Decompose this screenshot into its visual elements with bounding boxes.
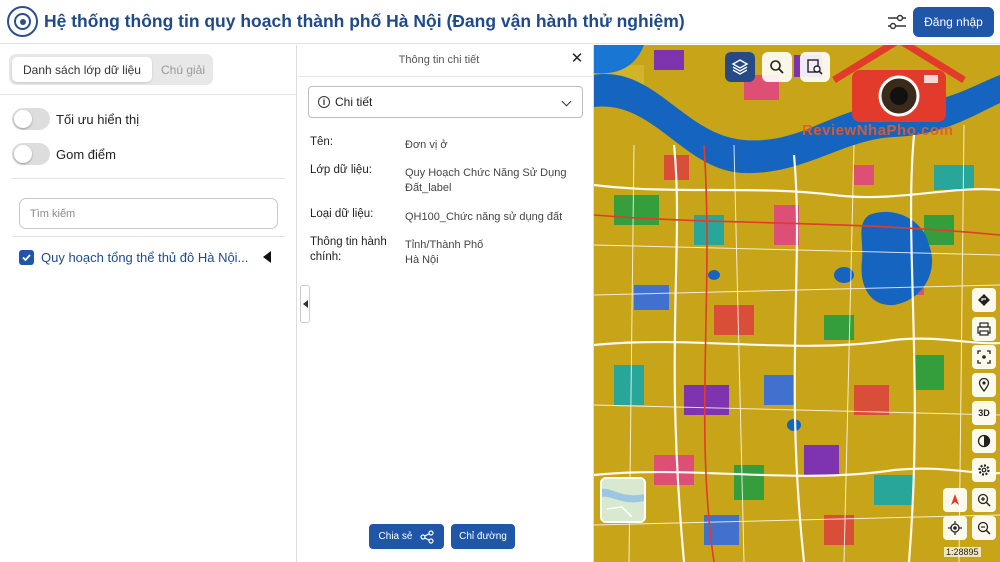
detail-select[interactable]: i Chi tiết — [308, 86, 583, 118]
print-icon — [977, 322, 991, 336]
page-title: Hệ thống thông tin quy hoạch thành phố H… — [44, 11, 685, 31]
map-view[interactable]: ReviewNhaPho.com 3D 1:28895 — [594, 45, 1000, 562]
route-icon — [978, 294, 990, 306]
my-location-icon — [948, 521, 962, 535]
my-location-button[interactable] — [943, 516, 967, 540]
compass-button[interactable] — [943, 488, 967, 512]
field-key: Loại dữ liệu: — [310, 208, 374, 220]
field-value: Tỉnh/Thành Phố Hà Nội — [405, 239, 484, 266]
collapse-panel-handle[interactable] — [300, 285, 310, 323]
3d-button[interactable]: 3D — [972, 401, 996, 425]
field-value: Quy Hoạch Chức Năng Sử Dụng Đất_label — [405, 167, 567, 194]
contrast-button[interactable] — [972, 429, 996, 453]
detail-header: Thông tin chi tiết ✕ — [298, 45, 594, 77]
toggle-switch[interactable] — [12, 108, 50, 130]
share-button[interactable]: Chia sẻ — [369, 524, 444, 549]
layer-item[interactable]: Quy hoạch tổng thể thủ đô Hà Nội... — [19, 247, 279, 267]
divider — [12, 236, 285, 237]
toggle-label: Tối ưu hiển thị — [56, 111, 140, 127]
checkmark-icon — [22, 253, 31, 261]
caret-left-icon[interactable] — [263, 251, 271, 263]
app-logo[interactable] — [7, 6, 38, 37]
3d-label: 3D — [978, 408, 990, 418]
divider — [12, 178, 285, 179]
zoom-out-button[interactable] — [972, 516, 996, 540]
layer-panel: Danh sách lớp dữ liệu Chú giải Tối ưu hi… — [0, 45, 297, 562]
detail-panel: Thông tin chi tiết ✕ i Chi tiết Tên: Đơn… — [298, 45, 594, 562]
compass-icon — [951, 494, 959, 505]
login-button[interactable]: Đăng nhập — [913, 7, 994, 37]
share-label: Chia sẻ — [378, 531, 413, 542]
print-button[interactable] — [972, 317, 996, 341]
map-search-button[interactable] — [762, 52, 792, 82]
zoom-in-button[interactable] — [972, 488, 996, 512]
layer-label: Quy hoạch tổng thể thủ đô Hà Nội... — [41, 249, 249, 265]
minimap-image — [602, 479, 644, 521]
route-button[interactable] — [972, 288, 996, 312]
fullscreen-button[interactable] — [972, 345, 996, 369]
panel-tabs: Danh sách lớp dữ liệu Chú giải — [9, 54, 213, 85]
field-key: Thông tin hành chính: — [310, 236, 387, 263]
location-pin-button[interactable] — [972, 373, 996, 397]
search-icon — [770, 60, 784, 74]
toggle-switch[interactable] — [12, 143, 50, 165]
field-key: Lớp dữ liệu: — [310, 164, 372, 176]
toggle-optimize-display[interactable]: Tối ưu hiển thị — [12, 108, 139, 130]
settings-icon — [978, 464, 990, 476]
settings-button[interactable] — [972, 458, 996, 482]
contrast-icon — [977, 434, 991, 448]
area-search-icon — [807, 59, 823, 75]
app-header: Hệ thống thông tin quy hoạch thành phố H… — [0, 0, 1000, 44]
location-pin-icon — [978, 378, 990, 392]
divider — [0, 94, 297, 95]
map-scale: 1:28895 — [944, 547, 981, 557]
tab-legend[interactable]: Chú giải — [155, 57, 211, 82]
watermark-text: ReviewNhaPho.com — [802, 122, 954, 139]
select-label: Chi tiết — [335, 95, 373, 109]
minimap-thumbnail[interactable] — [600, 477, 646, 523]
tab-layer-list[interactable]: Danh sách lớp dữ liệu — [12, 57, 152, 82]
share-icon — [420, 529, 435, 544]
zoom-in-icon — [977, 493, 991, 507]
zoom-out-icon — [977, 521, 991, 535]
filter-settings-icon[interactable] — [886, 12, 908, 32]
chevron-down-icon — [561, 96, 572, 107]
fullscreen-icon — [977, 350, 991, 364]
info-icon: i — [318, 96, 330, 108]
layers-button[interactable] — [725, 52, 755, 82]
directions-button[interactable]: Chỉ đường — [451, 524, 515, 549]
field-value: Đơn vị ở — [405, 139, 448, 151]
toggle-cluster-points[interactable]: Gom điểm — [12, 143, 116, 165]
toggle-label: Gom điểm — [56, 146, 116, 162]
watermark-logo-icon — [832, 45, 966, 122]
layer-checkbox[interactable] — [19, 249, 34, 265]
field-value: QH100_Chức năng sử dụng đất — [405, 211, 563, 223]
search-input[interactable] — [19, 198, 278, 229]
close-icon[interactable]: ✕ — [570, 51, 584, 66]
field-key: Tên: — [310, 136, 334, 148]
detail-title: Thông tin chi tiết — [398, 54, 480, 66]
layers-icon — [731, 59, 749, 75]
